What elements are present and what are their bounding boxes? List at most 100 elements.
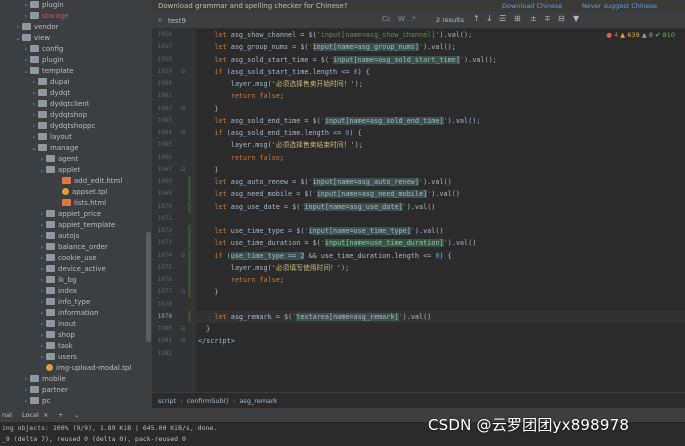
vcs-change-marker[interactable] [188, 225, 191, 237]
chevron-right-icon[interactable]: › [38, 231, 46, 242]
vcs-change-marker[interactable] [188, 286, 191, 299]
code-line[interactable]: } [196, 103, 218, 115]
add-occurrence-icon[interactable]: ± [530, 14, 537, 23]
code-area[interactable]: let asg_show_channel = $('input[name=asg… [196, 29, 685, 392]
tree-item-balance-order[interactable]: › balance_order [0, 242, 108, 253]
code-line[interactable]: if (asg_sold_end_time.length <= 0) { [196, 127, 361, 139]
vcs-change-marker[interactable] [188, 188, 191, 201]
tree-item-task[interactable]: › task [0, 341, 73, 352]
tree-item-device-active[interactable]: › device_active [0, 264, 106, 275]
next-occurrence-icon[interactable]: ↓ [486, 14, 493, 23]
tree-item-layout[interactable]: › layout [0, 132, 72, 143]
vcs-change-marker[interactable] [188, 274, 191, 286]
find-all-icon[interactable]: ☰ [499, 14, 506, 23]
chevron-right-icon[interactable]: › [22, 374, 30, 385]
tree-item-autojs[interactable]: › autojs [0, 231, 79, 242]
code-line[interactable]: let asg_group_nums = $('input[name=asg_g… [196, 41, 456, 53]
fold-icon[interactable]: ⊟ [181, 69, 185, 75]
tree-item-agent[interactable]: › agent [0, 154, 78, 165]
chevron-right-icon[interactable]: › [38, 275, 46, 286]
filter-icon[interactable]: ▼ [573, 14, 579, 23]
code-line[interactable]: let asg_auto_renew = $('input[name=asg_a… [196, 176, 452, 188]
code-line[interactable]: return false; [196, 152, 284, 164]
tree-item-dydqtclient[interactable]: › dydqtclient [0, 99, 89, 110]
chevron-right-icon[interactable]: › [38, 209, 46, 220]
tree-item-img-upload-modal-tpl[interactable]: img-upload-modal.tpl [0, 363, 131, 374]
code-line[interactable]: return false; [196, 90, 284, 102]
code-line[interactable]: let asg_use_date = $('input[name=asg_use… [196, 201, 435, 213]
code-line[interactable]: let use_time_type = $('input[name=use_ti… [196, 225, 444, 237]
code-line[interactable]: } [196, 286, 218, 298]
remove-occurrence-icon[interactable]: ∓ [544, 14, 551, 23]
chevron-right-icon[interactable]: › [30, 99, 38, 110]
chevron-right-icon[interactable]: › [38, 154, 46, 165]
code-line[interactable]: } [196, 164, 218, 176]
tree-item-users[interactable]: › users [0, 352, 77, 363]
tree-scrollbar[interactable] [146, 232, 151, 342]
tree-item-appset-tpl[interactable]: appset.tpl [0, 187, 107, 198]
tree-item-mobile[interactable]: › mobile [0, 374, 66, 385]
code-line[interactable]: let asg_need_mobile = $('input[name=asg_… [196, 188, 460, 200]
fold-icon[interactable]: ⊟ [181, 106, 185, 112]
chevron-right-icon[interactable]: › [30, 121, 38, 132]
tree-item-dydqtshop[interactable]: › dydqtshop [0, 110, 87, 121]
chevron-right-icon[interactable]: › [30, 110, 38, 121]
tree-item-vendor[interactable]: › vendor [0, 22, 59, 33]
tree-item-dupai[interactable]: › dupai [0, 77, 70, 88]
chevron-right-icon[interactable]: › [22, 44, 30, 55]
code-line[interactable] [196, 213, 198, 225]
tree-item-information[interactable]: › information [0, 308, 98, 319]
code-line[interactable]: if (use_time_type == 2 && use_time_durat… [196, 250, 452, 262]
terminal-menu-icon[interactable]: ⌄ [74, 409, 79, 422]
search-icon[interactable]: ⌕ [158, 15, 162, 25]
chevron-down-icon[interactable]: ⌄ [38, 165, 46, 176]
chevron-right-icon[interactable]: › [14, 22, 22, 33]
select-all-icon[interactable]: ⊟ [558, 14, 565, 23]
tree-item-cookie-use[interactable]: › cookie_use [0, 253, 97, 264]
code-line[interactable] [196, 299, 198, 311]
chevron-right-icon[interactable]: › [38, 220, 46, 231]
regex-toggle[interactable]: .* [410, 15, 416, 23]
fold-icon[interactable]: ⊟ [181, 338, 185, 344]
tree-item-add-edit-html[interactable]: add_edit.html [0, 176, 122, 187]
tree-item-manage[interactable]: ⌄ manage [0, 143, 79, 154]
tree-item-plugin[interactable]: › plugin [0, 55, 64, 66]
line-number-gutter[interactable]: 1956 1957 1958 1959 ⊟ 1960 1961 1962 ⊟ 1963 1964 ⊟ 1… [152, 29, 196, 392]
code-line[interactable]: let asg_show_channel = $('input[name=asg… [196, 29, 472, 41]
code-line[interactable]: if (asg_sold_start_time.length <= 0) { [196, 66, 370, 78]
chevron-right-icon[interactable]: › [22, 396, 30, 407]
tab-local[interactable]: Local [22, 409, 39, 422]
code-line[interactable]: </script> [196, 335, 235, 347]
chevron-right-icon[interactable]: › [22, 385, 30, 396]
tree-item-template[interactable]: ⌄ template [0, 66, 74, 77]
prev-occurrence-icon[interactable]: ↑ [473, 14, 480, 23]
chevron-right-icon[interactable]: › [30, 88, 38, 99]
chevron-right-icon[interactable]: › [38, 264, 46, 275]
tree-item-inout[interactable]: › inout [0, 319, 76, 330]
breadcrumb-function[interactable]: confirmSub() [187, 397, 229, 405]
fold-icon[interactable]: ⊟ [181, 253, 185, 259]
tree-item-applet-price[interactable]: › applet_price [0, 209, 101, 220]
tree-item-pc[interactable]: › pc [0, 396, 50, 407]
download-chinese-link[interactable]: Download Chinese [502, 0, 562, 12]
select-all-occurrences-icon[interactable]: ⊞ [514, 14, 521, 23]
chevron-right-icon[interactable]: › [38, 286, 46, 297]
tree-item-ik-bg[interactable]: › ik_bg [0, 275, 76, 286]
tree-item-dydqt[interactable]: › dydqt [0, 88, 70, 99]
vcs-change-marker[interactable] [188, 310, 191, 323]
chevron-right-icon[interactable]: › [38, 319, 46, 330]
match-case-toggle[interactable]: Cc [382, 15, 391, 23]
chevron-right-icon[interactable]: › [38, 297, 46, 308]
chevron-right-icon[interactable]: › [38, 330, 46, 341]
new-terminal-button[interactable]: + [58, 409, 63, 422]
code-line[interactable]: let use_time_duration = $('input[name=us… [196, 237, 476, 249]
close-tab-icon[interactable]: × [43, 409, 48, 422]
vcs-change-marker[interactable] [188, 176, 191, 188]
code-line[interactable]: layer.msg('必须选择售卖开始时间！'); [196, 78, 363, 90]
chevron-down-icon[interactable]: ⌄ [14, 33, 22, 44]
tree-item-storage[interactable]: › storage [0, 11, 69, 22]
code-line[interactable]: return false; [196, 274, 284, 286]
fold-icon[interactable]: ⊟ [181, 289, 185, 295]
fold-icon[interactable]: ⊟ [181, 130, 185, 136]
code-line[interactable]: let asg_remark = $('textarea[name=asg_re… [196, 310, 685, 323]
